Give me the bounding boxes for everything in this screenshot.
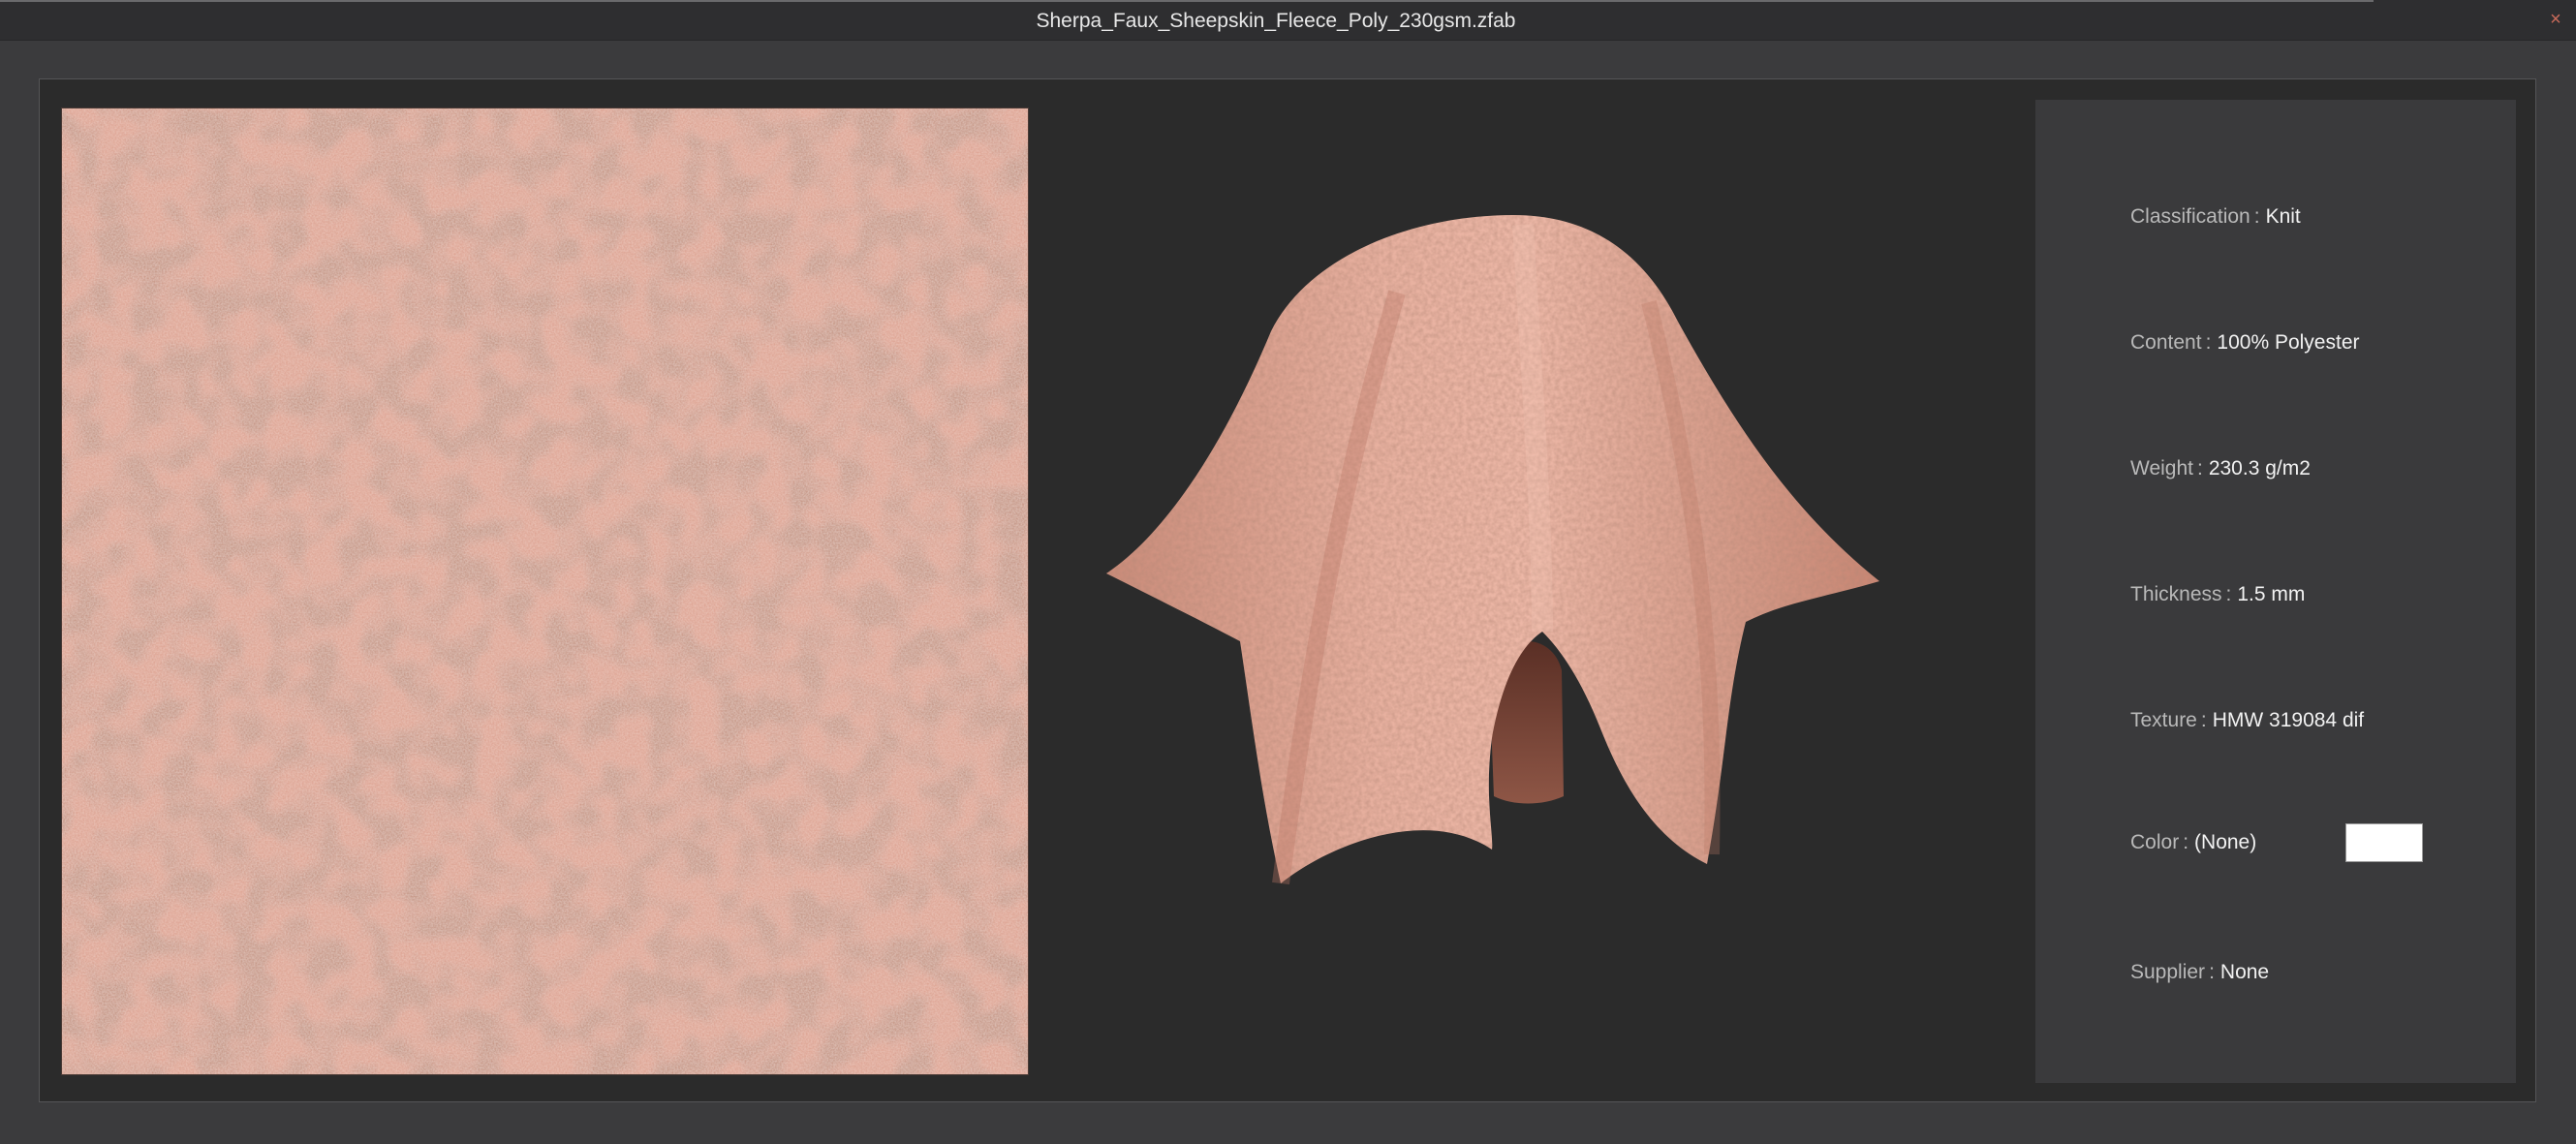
color-separator: : — [2183, 831, 2189, 853]
properties-panel: Classification: Knit Content:100% Polyest… — [2035, 100, 2516, 1083]
weight-value: 230.3 g/m2 — [2208, 457, 2311, 479]
classification-label: Classification — [2130, 205, 2250, 228]
weight-label: Weight — [2130, 457, 2193, 479]
draped-fabric-render — [1106, 215, 1879, 885]
color-label: Color — [2130, 831, 2180, 853]
thickness-label: Thickness — [2130, 583, 2222, 605]
supplier-label: Supplier — [2130, 961, 2206, 983]
color-swatch[interactable] — [2345, 823, 2423, 862]
texture-value: HMW 319084 dif — [2212, 709, 2365, 731]
weight-row: Weight:230.3 g/m2 — [2130, 454, 2311, 483]
content-value: 100% Polyester — [2217, 331, 2360, 354]
texture-swatch — [61, 108, 1029, 1075]
thickness-row: Thickness:1.5 mm — [2130, 580, 2305, 609]
window-title: Sherpa_Faux_Sheepskin_Fleece_Poly_230gsm… — [1036, 10, 1516, 32]
supplier-value: None — [2219, 961, 2270, 983]
supplier-row: Supplier: None — [2130, 958, 2269, 987]
close-icon[interactable]: × — [2545, 9, 2566, 30]
title-bar: Sherpa_Faux_Sheepskin_Fleece_Poly_230gsm… — [0, 0, 2576, 41]
drape-texture — [1106, 215, 1879, 883]
fabric-viewer: Classification: Knit Content:100% Polyest… — [39, 78, 2536, 1102]
content-separator: : — [2205, 331, 2212, 354]
weight-separator: : — [2196, 457, 2203, 479]
texture-row: Texture: HMW 319084 dif — [2130, 706, 2364, 735]
drape-preview[interactable] — [1106, 215, 1940, 1009]
fabric-texture-image — [62, 108, 1028, 1074]
thickness-separator: : — [2225, 583, 2232, 605]
texture-pattern — [62, 108, 1028, 1074]
color-row: Color: (None) — [2130, 828, 2256, 857]
content-row: Content:100% Polyester — [2130, 328, 2360, 357]
color-value: (None) — [2194, 831, 2257, 853]
classification-value: Knit — [2265, 205, 2301, 228]
content-label: Content — [2130, 331, 2202, 354]
texture-label: Texture — [2130, 709, 2197, 731]
supplier-separator: : — [2209, 961, 2215, 983]
classification-separator: : — [2253, 205, 2260, 228]
texture-separator: : — [2200, 709, 2207, 731]
classification-row: Classification: Knit — [2130, 202, 2301, 232]
thickness-value: 1.5 mm — [2237, 583, 2306, 605]
